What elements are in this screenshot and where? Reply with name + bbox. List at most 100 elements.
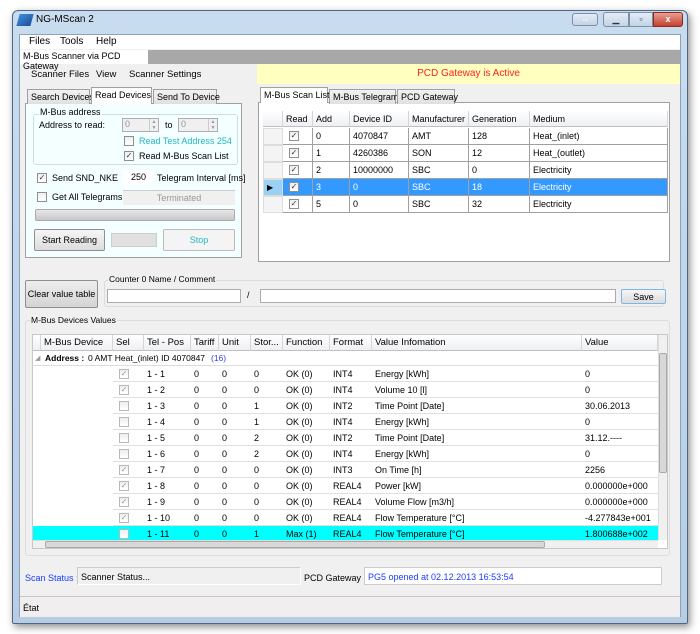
table-row[interactable]: 1 - 4 0 0 1 OK (0) INT4 Energy [kWh] 0 — [33, 414, 658, 430]
table-row[interactable]: 1 - 3 0 0 1 OK (0) INT2 Time Point [Date] 30.06… — [33, 398, 658, 414]
minimize-button[interactable]: ▁ — [603, 12, 629, 27]
maximize-button[interactable]: ▫ — [629, 12, 653, 27]
cell-sel[interactable] — [113, 430, 144, 446]
table-row[interactable]: ✓ 1 4260386 SON 12 Heat_(outlet) — [263, 145, 668, 162]
table-row[interactable]: ✓ 1 - 2 0 0 0 OK (0) INT4 Volume 10 [l] 0 — [33, 382, 658, 398]
close-button[interactable]: x — [653, 12, 683, 27]
column-header-stor[interactable]: Stor... — [251, 335, 283, 351]
column-header-unit[interactable]: Unit — [219, 335, 251, 351]
column-header-man[interactable]: Manufacturer — [409, 111, 469, 127]
group-row[interactable]: ◢ Address :0 AMT Heat_(inlet) ID 4070847 (… — [33, 351, 658, 366]
column-header-id[interactable]: Device ID — [350, 111, 409, 127]
column-header-read[interactable]: Read — [283, 111, 313, 127]
sel-checkbox[interactable]: ✓ — [119, 465, 129, 475]
collapse-icon[interactable]: ◢ — [35, 354, 40, 362]
column-header-pos[interactable]: Tel - Pos — [144, 335, 191, 351]
row-header[interactable] — [263, 128, 283, 145]
read-scan-list-checkbox[interactable]: ✓ — [124, 151, 134, 161]
get-all-telegrams-checkbox[interactable] — [37, 192, 47, 202]
table-row[interactable]: 1 - 5 0 0 2 OK (0) INT2 Time Point [Date] 31.12… — [33, 430, 658, 446]
sel-checkbox[interactable] — [119, 433, 129, 443]
cell-sel[interactable] — [113, 398, 144, 414]
table-row[interactable]: ✓ 1 - 9 0 0 0 OK (0) REAL4 Volume Flow [m3/h] 0.… — [33, 494, 658, 510]
read-checkbox[interactable]: ✓ — [289, 148, 299, 158]
read-checkbox[interactable]: ✓ — [289, 131, 299, 141]
cell-read[interactable]: ✓ — [283, 179, 313, 196]
sel-checkbox[interactable]: ✓ — [119, 385, 129, 395]
read-test-address-checkbox[interactable] — [124, 136, 134, 146]
table-row[interactable]: ✓ 0 4070847 AMT 128 Heat_(inlet) — [263, 128, 668, 145]
read-checkbox[interactable]: ✓ — [289, 199, 299, 209]
swap-button[interactable]: ⇔ — [572, 13, 598, 26]
column-header-tariff[interactable]: Tariff — [191, 335, 219, 351]
menu-view[interactable]: View — [96, 69, 116, 80]
table-row[interactable]: ✓ 1 - 7 0 0 0 OK (0) INT3 On Time [h] 2256 — [33, 462, 658, 478]
spinner-arrows-icon[interactable]: ▲ ▼ — [149, 119, 158, 131]
scrollbar-thumb[interactable] — [659, 353, 667, 473]
spinner-arrows-icon[interactable]: ▲ ▼ — [208, 119, 217, 131]
counter-name-input[interactable] — [107, 289, 241, 303]
column-header-add[interactable]: Add — [313, 111, 350, 127]
column-header-value[interactable]: Value — [582, 335, 658, 351]
sel-checkbox[interactable] — [119, 529, 129, 539]
cell-sel[interactable]: ✓ — [113, 510, 144, 526]
tab-mbus-scanner[interactable]: M-Bus Scanner via PCD Gateway — [20, 50, 148, 71]
menu-scanner-settings[interactable]: Scanner Settings — [129, 69, 201, 80]
cell-read[interactable]: ✓ — [283, 145, 313, 162]
menu-scanner-files[interactable]: Scanner Files — [31, 69, 89, 80]
tab-send-to-device[interactable]: Send To Device — [153, 89, 220, 104]
tab-search-devices[interactable]: Search Devices — [27, 89, 94, 104]
column-header-medium[interactable]: Medium — [530, 111, 668, 127]
save-button[interactable]: Save — [621, 289, 666, 304]
menu-tools[interactable]: Tools — [60, 36, 83, 47]
address-from-spinner[interactable]: 0 ▲ ▼ — [122, 118, 159, 132]
hscroll-thumb[interactable] — [45, 541, 545, 548]
cell-sel[interactable]: ✓ — [113, 478, 144, 494]
menu-files[interactable]: Files — [29, 36, 50, 47]
column-header-sel[interactable]: Sel — [113, 335, 144, 351]
column-header-func[interactable]: Function — [283, 335, 330, 351]
row-header[interactable] — [263, 145, 283, 162]
sel-checkbox[interactable]: ✓ — [119, 369, 129, 379]
cell-sel[interactable] — [113, 446, 144, 462]
table-row[interactable]: ✓ 5 0 SBC 32 Electricity — [263, 196, 668, 213]
start-reading-button[interactable]: Start Reading — [34, 229, 105, 251]
table-row[interactable]: 1 - 6 0 0 2 OK (0) INT4 Energy [kWh] 0 — [33, 446, 658, 462]
cell-read[interactable]: ✓ — [283, 128, 313, 145]
row-header[interactable] — [263, 162, 283, 179]
telegram-interval-input[interactable]: 250 — [123, 170, 154, 185]
tab-mbus-scan-list[interactable]: M-Bus Scan List — [260, 87, 330, 103]
cell-sel[interactable]: ✓ — [113, 462, 144, 478]
table-row[interactable]: ✓ 2 10000000 SBC 0 Electricity — [263, 162, 668, 179]
menu-help[interactable]: Help — [96, 36, 117, 47]
scan-list-grid[interactable]: Read Add Device ID Manufacturer Generation Me… — [263, 111, 669, 213]
current-row-arrow-icon[interactable]: ▶ — [263, 179, 283, 196]
cell-sel[interactable]: ✓ — [113, 366, 144, 382]
read-checkbox[interactable]: ✓ — [289, 165, 299, 175]
sel-checkbox[interactable] — [119, 449, 129, 459]
tab-mbus-telegrams[interactable]: M-Bus Telegrams — [329, 89, 403, 104]
clear-value-table-button[interactable]: Clear value table — [25, 280, 98, 308]
column-header-gen[interactable]: Generation — [469, 111, 530, 127]
cell-read[interactable]: ✓ — [283, 196, 313, 213]
cell-read[interactable]: ✓ — [283, 162, 313, 179]
sel-checkbox[interactable]: ✓ — [119, 481, 129, 491]
sel-checkbox[interactable] — [119, 417, 129, 427]
cell-sel[interactable]: ✓ — [113, 382, 144, 398]
table-row[interactable]: ▶ ✓ 3 0 SBC 18 Electricity — [263, 179, 668, 196]
send-snd-nke-checkbox[interactable]: ✓ — [37, 173, 47, 183]
stop-button[interactable]: Stop — [163, 229, 235, 251]
sel-checkbox[interactable] — [119, 401, 129, 411]
tab-read-devices[interactable]: Read Devices — [91, 87, 152, 104]
column-header-fmt[interactable]: Format — [330, 335, 372, 351]
counter-comment-input[interactable] — [260, 289, 616, 303]
cell-sel[interactable]: ✓ — [113, 494, 144, 510]
table-row[interactable]: ✓ 1 - 10 0 0 0 OK (0) REAL4 Flow Temperature [°… — [33, 510, 658, 526]
cell-sel[interactable] — [113, 414, 144, 430]
column-header-info[interactable]: Value Infomation — [372, 335, 582, 351]
read-checkbox[interactable]: ✓ — [289, 182, 299, 192]
table-row[interactable]: ✓ 1 - 8 0 0 0 OK (0) REAL4 Power [kW] 0.000000e+… — [33, 478, 658, 494]
values-grid[interactable]: M-Bus Device Sel Tel - Pos Tariff Unit Stor..… — [32, 334, 668, 549]
tab-pcd-gateway[interactable]: PCD Gateway — [397, 89, 458, 104]
address-to-spinner[interactable]: 0 ▲ ▼ — [178, 118, 218, 132]
